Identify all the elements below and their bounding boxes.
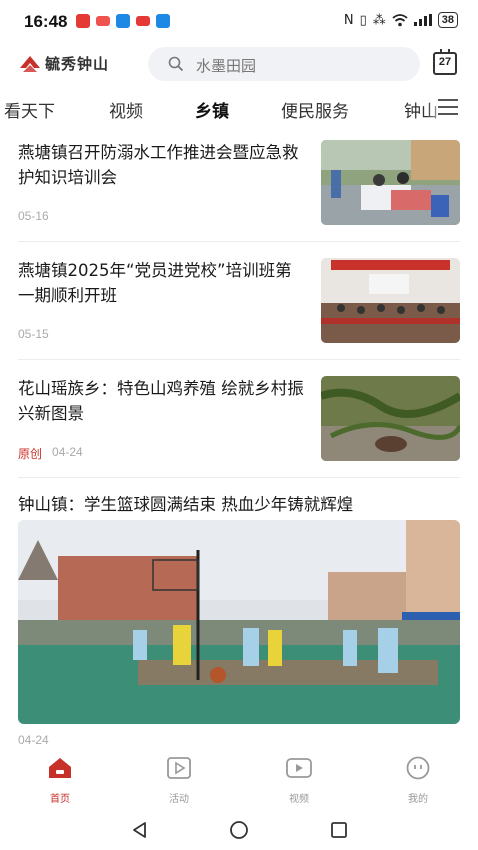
featured-title[interactable]: 钟山镇：学生篮球圆满结束 热血少年铸就辉煌 xyxy=(18,491,460,515)
featured-image[interactable] xyxy=(18,520,460,724)
nav-label: 首页 xyxy=(50,794,70,805)
app-logo: 毓秀钟山 xyxy=(18,53,109,74)
notification-app-icon xyxy=(136,16,150,26)
notification-app-icon xyxy=(76,14,90,28)
news-thumbnail xyxy=(321,140,460,225)
notification-app-icon xyxy=(96,16,110,26)
back-icon[interactable] xyxy=(130,820,150,840)
nav-label: 视频 xyxy=(289,794,309,805)
battery-indicator: 38 xyxy=(437,12,458,28)
tab-world[interactable]: 看天下 xyxy=(4,97,55,122)
news-date: 05-15 xyxy=(18,327,49,341)
nfc-icon: N xyxy=(343,12,354,28)
divider xyxy=(18,359,460,360)
notification-app-icon xyxy=(156,14,170,28)
news-thumbnail xyxy=(321,258,460,343)
divider xyxy=(18,241,460,242)
nav-label: 活动 xyxy=(169,794,189,805)
news-meta: 原创 04-24 xyxy=(18,445,83,462)
divider xyxy=(18,477,460,478)
tab-video[interactable]: 视频 xyxy=(109,97,143,122)
home-circle-icon[interactable] xyxy=(229,820,249,840)
activity-icon xyxy=(167,757,191,779)
notification-app-icon xyxy=(116,14,130,28)
search-icon xyxy=(168,56,184,72)
search-placeholder: 水墨田园 xyxy=(196,57,257,75)
data-icon: ⁂ xyxy=(372,12,386,28)
news-date: 05-16 xyxy=(18,209,49,223)
news-date: 04-24 xyxy=(52,445,83,459)
app-header: 毓秀钟山 水墨田园 27 xyxy=(0,44,478,84)
home-icon xyxy=(49,758,71,778)
bottom-nav: 首页 活动 视频 我的 xyxy=(0,748,478,808)
nav-activity[interactable]: 活动 xyxy=(139,756,219,805)
news-item[interactable]: 燕塘镇2025年“党员进党校”培训班第一期顺利开班 05-15 xyxy=(18,258,460,348)
recents-icon[interactable] xyxy=(329,820,349,840)
news-title: 燕塘镇2025年“党员进党校”培训班第一期顺利开班 xyxy=(18,261,292,305)
signal-icon xyxy=(413,14,432,26)
news-item[interactable]: 燕塘镇召开防溺水工作推进会暨应急救护知识培训会 05-16 xyxy=(18,140,460,230)
news-title: 燕塘镇召开防溺水工作推进会暨应急救护知识培训会 xyxy=(18,143,299,187)
news-meta: 05-15 xyxy=(18,327,49,341)
wifi-icon xyxy=(392,13,408,26)
search-bar[interactable]: 水墨田园 xyxy=(148,47,420,81)
tab-services[interactable]: 便民服务 xyxy=(281,97,349,122)
news-meta: 05-16 xyxy=(18,209,49,223)
news-item[interactable]: 花山瑶族乡：特色山鸡养殖 绘就乡村振兴新图景 原创 04-24 xyxy=(18,376,460,466)
calendar-icon[interactable]: 27 xyxy=(433,49,457,75)
status-indicators: N ▯ ⁂ 38 xyxy=(344,12,458,28)
system-nav-bar xyxy=(0,808,478,850)
news-title: 花山瑶族乡：特色山鸡养殖 绘就乡村振兴新图景 xyxy=(18,379,304,423)
original-tag: 原创 xyxy=(18,447,43,461)
video-icon xyxy=(286,758,312,778)
nav-label: 我的 xyxy=(408,794,428,805)
logo-mark-icon xyxy=(20,55,40,72)
featured-date: 04-24 xyxy=(18,733,49,747)
profile-icon xyxy=(406,756,430,780)
menu-icon[interactable] xyxy=(438,99,458,115)
status-time: 16:48 xyxy=(24,12,68,31)
vibrate-icon: ▯ xyxy=(359,12,367,28)
nav-profile[interactable]: 我的 xyxy=(378,756,458,805)
nav-video[interactable]: 视频 xyxy=(259,756,339,805)
news-thumbnail xyxy=(321,376,460,461)
app-name: 毓秀钟山 xyxy=(45,55,110,73)
nav-home[interactable]: 首页 xyxy=(20,756,100,805)
category-tabs: 看天下 视频 乡镇 便民服务 钟山 xyxy=(0,88,478,128)
notification-icons xyxy=(76,14,170,28)
tab-towns[interactable]: 乡镇 xyxy=(195,97,229,122)
status-bar: 16:48 N ▯ ⁂ 38 xyxy=(0,0,478,40)
